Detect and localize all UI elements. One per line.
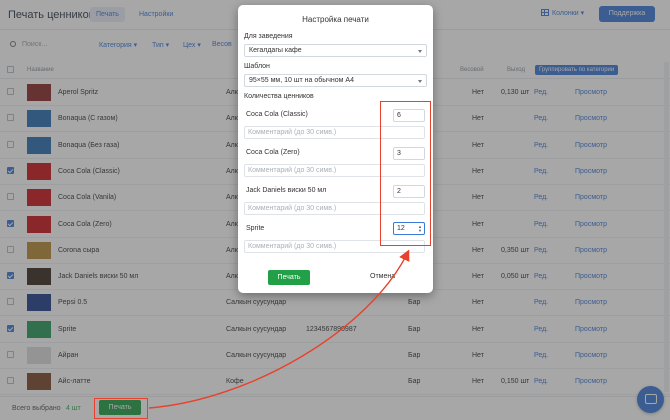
chevron-down-icon xyxy=(418,80,422,83)
modal-print-button[interactable]: Печать xyxy=(268,270,310,285)
venue-label: Для заведения xyxy=(244,33,293,40)
annotation-highlight-box xyxy=(380,101,431,246)
item-name: Coca Cola (Zero) xyxy=(246,149,300,156)
modal-cancel-button[interactable]: Отмена xyxy=(370,273,395,280)
modal-title: Настройка печати xyxy=(302,15,369,24)
template-select[interactable]: 95×55 мм, 10 шт на обычном А4 xyxy=(244,74,427,87)
template-value: 95×55 мм, 10 шт на обычном А4 xyxy=(249,77,354,84)
item-name: Sprite xyxy=(246,225,265,232)
chevron-down-icon xyxy=(418,50,422,53)
item-name: Coca Cola (Classic) xyxy=(246,111,308,118)
item-name: Jack Daniels виски 50 мл xyxy=(246,187,327,194)
annotation-highlight-box xyxy=(94,398,148,419)
venue-value: Кегалдагы кафе xyxy=(249,47,302,54)
qty-label: Количества ценников xyxy=(244,93,314,100)
venue-select[interactable]: Кегалдагы кафе xyxy=(244,44,427,57)
template-label: Шаблон xyxy=(244,63,270,70)
